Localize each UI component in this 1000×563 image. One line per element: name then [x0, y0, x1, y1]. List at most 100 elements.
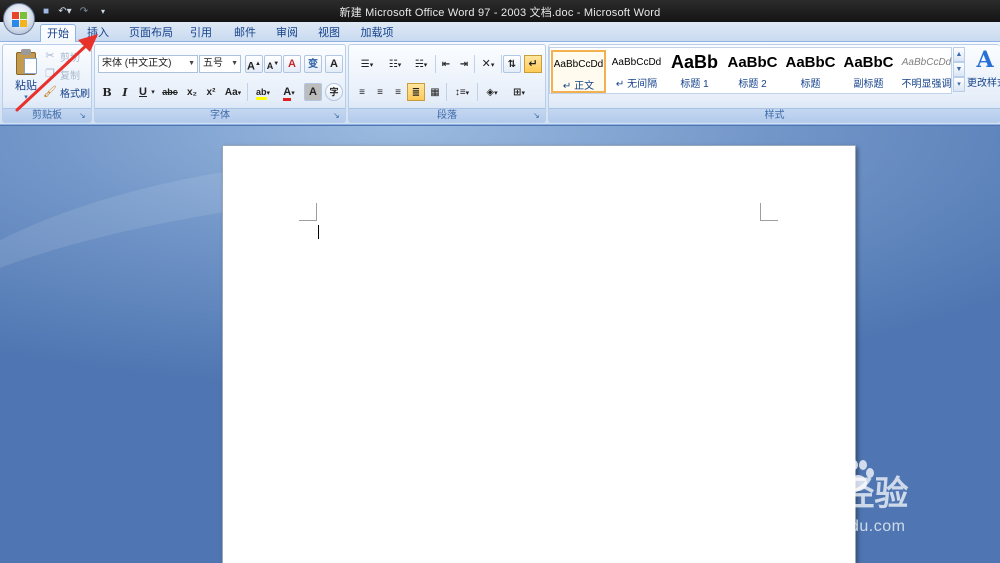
italic-button[interactable]: I [116, 83, 134, 101]
font-launcher-icon[interactable]: ↘ [333, 111, 342, 120]
character-border-button[interactable]: A [325, 55, 343, 73]
font-size-value: 五号 [203, 58, 223, 69]
align-right-button[interactable]: ≡ [389, 83, 407, 101]
baidu-watermark: Bai 经验 jingyan.baidu.com [762, 456, 952, 546]
ribbon: 粘贴 ▾ ✂ 剪切 ❐ 复制 🖌 格式刷 剪贴板 ↘ 宋体 (中文正文) ▼ 五… [0, 42, 1000, 125]
clipboard-group: 粘贴 ▾ ✂ 剪切 ❐ 复制 🖌 格式刷 剪贴板 ↘ [2, 44, 92, 123]
bold-button[interactable]: B [98, 83, 116, 101]
font-name-combo[interactable]: 宋体 (中文正文) ▼ [98, 55, 198, 73]
paragraph-group: ☰▾ ☷▾ ☵▾ ⇤ ⇥ ✕▾ ⇅ ↵ ≡ ≡ ≡ ≣ ▦ ↕≡▾ ◈▾ ⊞▾ … [348, 44, 546, 123]
phonetic-guide-button[interactable]: 变 [304, 55, 322, 73]
copy-label: 复制 [60, 70, 80, 82]
gallery-down-icon[interactable]: ▼ [953, 62, 965, 77]
chinese-layout-button[interactable]: ✕▾ [476, 55, 500, 73]
change-case-button[interactable]: Aa▾ [221, 83, 245, 101]
numbering-icon: ☷ [388, 59, 398, 70]
phonetic-guide-icon: 变 [308, 59, 318, 70]
subscript-button[interactable]: x₂ [183, 83, 201, 101]
paste-dropdown-icon[interactable]: ▾ [9, 93, 43, 101]
style-name: 标题 2 [738, 79, 767, 90]
tab-review[interactable]: 审阅 [272, 24, 302, 42]
document-page[interactable] [222, 145, 856, 563]
line-spacing-button[interactable]: ↕≡▾ [449, 83, 475, 101]
redo-icon[interactable]: ↷ [76, 4, 92, 19]
character-shading-button[interactable]: A [304, 83, 322, 101]
gallery-up-icon[interactable]: ▲ [953, 47, 965, 62]
format-painter-button[interactable]: 🖌 格式刷 [43, 83, 90, 101]
change-styles-button[interactable]: A 更改样式 [967, 46, 1000, 116]
justify-button[interactable]: ≣ [407, 83, 425, 101]
tab-references[interactable]: 引用 [186, 24, 216, 42]
bullets-button[interactable]: ☰▾ [353, 55, 381, 73]
paste-button[interactable]: 粘贴 ▾ [9, 49, 43, 105]
numbering-button[interactable]: ☷▾ [382, 55, 408, 73]
enclose-characters-icon: 字 [329, 87, 339, 97]
tab-addins[interactable]: 加载项 [356, 24, 398, 42]
clear-formatting-button[interactable]: A [283, 55, 301, 73]
tab-insert[interactable]: 插入 [80, 24, 116, 42]
increase-indent-button[interactable]: ⇥ [455, 55, 473, 73]
shading-button[interactable]: ◈▾ [479, 83, 505, 101]
save-icon[interactable]: ■ [38, 4, 54, 19]
align-right-icon: ≡ [395, 87, 401, 98]
paint-bucket-icon: ◈ [486, 87, 495, 98]
align-center-button[interactable]: ≡ [371, 83, 389, 101]
quick-access-toolbar: ■ ↶▾ ↷ ▾ [38, 3, 111, 19]
paragraph-group-label: 段落 [349, 108, 545, 122]
borders-button[interactable]: ⊞▾ [506, 83, 532, 101]
clipboard-launcher-icon[interactable]: ↘ [79, 111, 88, 120]
style-subtle-emphasis[interactable]: AaBbCcDd 不明显强调 [899, 50, 954, 93]
style-subtitle[interactable]: AaBbC 副标题 [841, 50, 896, 93]
undo-icon[interactable]: ↶▾ [57, 4, 73, 19]
sort-button[interactable]: ⇅ [503, 55, 521, 73]
multilevel-list-icon: ☵ [414, 59, 424, 70]
clear-formatting-icon: A [288, 58, 296, 70]
font-name-dropdown-icon: ▼ [188, 60, 195, 67]
customize-icon[interactable]: ▾ [95, 4, 111, 19]
style-no-spacing[interactable]: AaBbCcDd ↵ 无间隔 [609, 50, 664, 93]
bullets-icon: ☰ [360, 59, 370, 70]
strikethrough-button[interactable]: abc [159, 83, 181, 101]
shrink-font-button[interactable]: A▼ [264, 55, 282, 73]
style-name: 标题 [800, 79, 821, 90]
font-size-combo[interactable]: 五号 ▼ [199, 55, 241, 73]
align-left-button[interactable]: ≡ [353, 83, 371, 101]
paragraph-launcher-icon[interactable]: ↘ [533, 111, 542, 120]
cut-button[interactable]: ✂ 剪切 [43, 47, 80, 65]
ribbon-tabs: 开始 插入 页面布局 引用 邮件 审阅 视图 加载项 [0, 22, 1000, 43]
style-preview: AaBbC [785, 54, 836, 71]
tab-page-layout[interactable]: 页面布局 [126, 24, 176, 42]
multilevel-list-button[interactable]: ☵▾ [409, 55, 433, 73]
style-heading-1[interactable]: AaBb 标题 1 [667, 50, 722, 93]
margin-corner-top-right [760, 203, 778, 221]
underline-dropdown-icon[interactable]: ▾ [149, 83, 157, 101]
office-button[interactable] [3, 3, 35, 35]
paw-icon [843, 460, 874, 491]
decrease-indent-icon: ⇤ [441, 59, 451, 70]
decrease-indent-button[interactable]: ⇤ [437, 55, 455, 73]
style-preview: AaBbCcDd [553, 59, 604, 70]
gallery-more-icon[interactable]: ▾ [953, 77, 965, 92]
tab-view[interactable]: 视图 [314, 24, 344, 42]
style-preview: AaBbCcDd [611, 57, 662, 68]
style-normal[interactable]: AaBbCcDd ↵ 正文 [551, 50, 606, 93]
copy-button[interactable]: ❐ 复制 [43, 65, 80, 83]
watermark-url: jingyan.baidu.com [768, 518, 906, 535]
font-color-button[interactable]: A▾ [277, 83, 301, 101]
style-heading-2[interactable]: AaBbC 标题 2 [725, 50, 780, 93]
tab-mailings[interactable]: 邮件 [230, 24, 260, 42]
tab-home[interactable]: 开始 [40, 24, 76, 43]
styles-group-label: 样式 [549, 108, 1000, 122]
style-preview: AaBbCcDd [901, 57, 952, 68]
enclose-characters-button[interactable]: 字 [325, 83, 343, 101]
superscript-button[interactable]: x² [202, 83, 220, 101]
style-preview: AaBbC [727, 54, 778, 71]
increase-indent-icon: ⇥ [459, 59, 469, 70]
grow-font-button[interactable]: A▲ [245, 55, 263, 73]
margin-corner-top-left [299, 203, 317, 221]
show-formatting-marks-button[interactable]: ↵ [524, 55, 542, 73]
style-title[interactable]: AaBbC 标题 [783, 50, 838, 93]
copy-icon: ❐ [45, 68, 55, 80]
distributed-button[interactable]: ▦ [426, 83, 444, 101]
highlight-button[interactable]: ab▾ [250, 83, 276, 101]
